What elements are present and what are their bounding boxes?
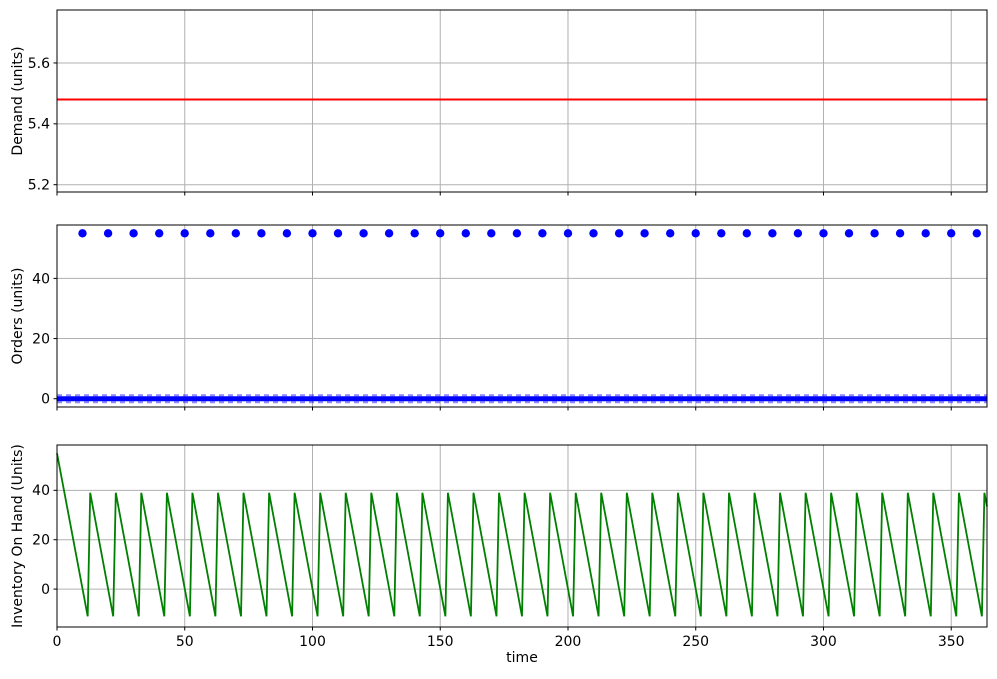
order-marker	[666, 229, 675, 238]
order-marker	[614, 229, 624, 238]
order-marker	[282, 229, 292, 238]
order-marker	[103, 229, 113, 238]
order-marker	[461, 229, 470, 238]
zero-order-days-band	[57, 394, 987, 404]
subplot-inventory: 0 20 40 0 50 100 150 200 250 300 350	[32, 444, 988, 650]
order-marker	[206, 229, 215, 238]
y-tick-label: 40	[32, 483, 50, 499]
x-tick-label: 0	[53, 634, 62, 650]
y-tick-label: 20	[32, 331, 50, 347]
order-marker	[793, 229, 803, 238]
order-marker	[384, 229, 394, 238]
order-marker	[436, 229, 445, 238]
order-marker	[257, 229, 266, 238]
subplot-demand: 5.2 5.4 5.6	[28, 9, 988, 196]
order-marker	[921, 229, 930, 238]
order-marker	[155, 229, 164, 238]
x-tick-label: 350	[938, 634, 965, 650]
order-marker	[308, 229, 317, 238]
xlabel-time: time	[506, 650, 538, 666]
order-marker	[487, 229, 496, 238]
subplots-canvas: 5.2 5.4 5.6 0 20 40 0 20 40 0 50 100 150 200 250 300 350	[28, 9, 988, 650]
plot-area	[57, 225, 987, 407]
ylabel-inventory: Inventory On Hand (Units)	[10, 444, 26, 628]
order-marker	[972, 229, 981, 238]
figure: 5.2 5.4 5.6 0 20 40 0 20 40 0 50 100 150 200 250 300 350…	[0, 0, 997, 679]
order-marker	[180, 229, 189, 238]
order-marker	[947, 229, 956, 238]
x-tick-label: 250	[682, 634, 709, 650]
order-marker	[563, 229, 573, 238]
plot-area	[57, 10, 987, 192]
order-marker	[410, 229, 419, 238]
order-marker	[512, 229, 522, 238]
order-marker	[589, 229, 598, 238]
x-tick-label: 200	[555, 634, 582, 650]
y-tick-label: 0	[41, 392, 50, 408]
order-marker	[129, 229, 138, 238]
x-tick-label: 300	[810, 634, 837, 650]
y-tick-label: 5.4	[28, 117, 50, 133]
y-tick-label: 5.2	[28, 178, 50, 194]
order-marker	[640, 229, 649, 238]
ylabel-demand: Demand (units)	[10, 46, 26, 156]
order-marker	[717, 229, 726, 238]
ylabel-orders: Orders (units)	[10, 267, 26, 365]
order-marker	[870, 229, 879, 238]
order-marker	[333, 229, 343, 238]
order-marker	[844, 229, 854, 238]
x-tick-label: 50	[176, 634, 194, 650]
y-tick-label: 40	[32, 271, 50, 287]
subplot-orders: 0 20 40	[32, 224, 988, 411]
order-marker	[78, 229, 87, 238]
y-tick-label: 5.6	[28, 56, 50, 72]
order-marker	[768, 229, 777, 238]
x-tick-label: 100	[299, 634, 326, 650]
y-tick-label: 0	[41, 582, 50, 598]
order-marker	[231, 229, 240, 238]
order-marker	[359, 229, 368, 238]
order-marker	[691, 229, 700, 238]
y-tick-label: 20	[32, 533, 50, 549]
order-marker	[819, 229, 828, 238]
order-marker	[742, 229, 751, 238]
x-tick-label: 150	[427, 634, 454, 650]
order-marker	[538, 229, 547, 238]
order-marker	[895, 229, 905, 238]
